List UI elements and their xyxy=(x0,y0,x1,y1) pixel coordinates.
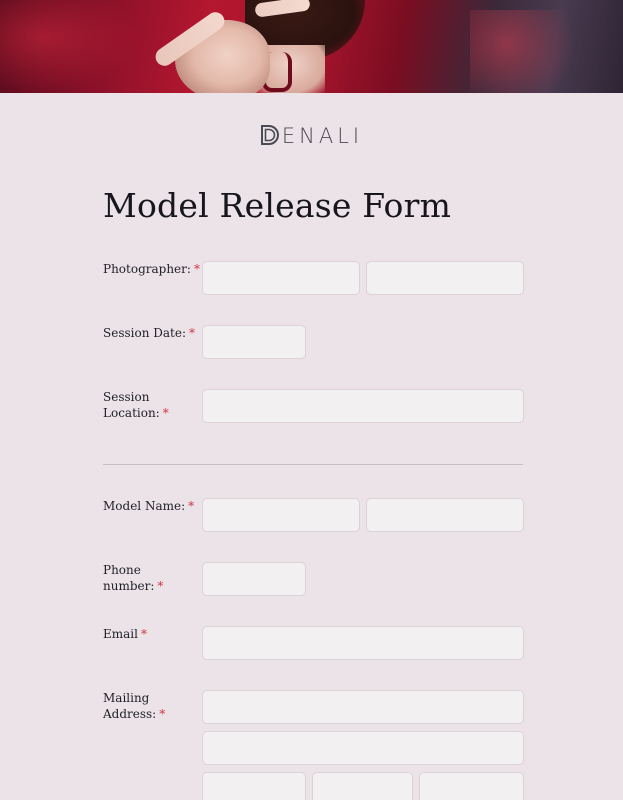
photographer-first-name-input[interactable] xyxy=(202,261,360,295)
hero-photo-banner xyxy=(0,0,623,93)
phone-label-line2: number: xyxy=(103,579,155,593)
phone-label: Phone number: * xyxy=(103,562,195,594)
email-input[interactable] xyxy=(202,626,524,660)
required-asterisk: * xyxy=(162,406,169,420)
required-asterisk: * xyxy=(189,326,195,340)
email-label-text: Email xyxy=(103,627,138,641)
required-asterisk: * xyxy=(157,579,164,593)
model-name-label-text: Model Name: xyxy=(103,499,186,513)
address-state-input[interactable] xyxy=(312,772,413,800)
phone-label-line1: Phone xyxy=(103,563,141,577)
session-location-input[interactable] xyxy=(202,389,524,423)
form-title: Model Release Form xyxy=(103,186,452,225)
section-divider xyxy=(103,464,523,465)
photographer-last-name-input[interactable] xyxy=(366,261,524,295)
session-date-input[interactable] xyxy=(202,325,306,359)
model-first-name-input[interactable] xyxy=(202,498,360,532)
required-asterisk: * xyxy=(140,627,147,641)
model-last-name-input[interactable] xyxy=(366,498,524,532)
brand-logo: ENALI xyxy=(0,124,623,148)
photographer-label: Photographer: * xyxy=(103,261,200,277)
address-city-input[interactable] xyxy=(202,772,306,800)
session-date-label-text: Session Date: xyxy=(103,326,186,340)
email-label: Email * xyxy=(103,626,195,642)
session-location-label: Session Location: * xyxy=(103,389,195,421)
required-asterisk: * xyxy=(188,499,195,513)
mailing-address-label: Mailing Address: * xyxy=(103,690,195,722)
required-asterisk: * xyxy=(193,262,200,276)
mailing-address-label-line2: Address: xyxy=(103,707,157,721)
hero-sparkle xyxy=(470,10,590,93)
model-name-label: Model Name: * xyxy=(103,498,195,514)
photographer-label-text: Photographer: xyxy=(103,262,191,276)
session-date-label: Session Date: * xyxy=(103,325,195,341)
address-zip-input[interactable] xyxy=(419,772,524,800)
brand-name: ENALI xyxy=(281,124,364,148)
required-asterisk: * xyxy=(159,707,166,721)
hero-fabric-shade xyxy=(0,0,140,93)
session-location-label-line2: Location: xyxy=(103,406,160,420)
address-line1-input[interactable] xyxy=(202,690,524,724)
address-line2-input[interactable] xyxy=(202,731,524,765)
denali-d-icon xyxy=(260,125,279,145)
mailing-address-label-line1: Mailing xyxy=(103,691,150,705)
phone-input[interactable] xyxy=(202,562,306,596)
session-location-label-line1: Session xyxy=(103,390,150,404)
